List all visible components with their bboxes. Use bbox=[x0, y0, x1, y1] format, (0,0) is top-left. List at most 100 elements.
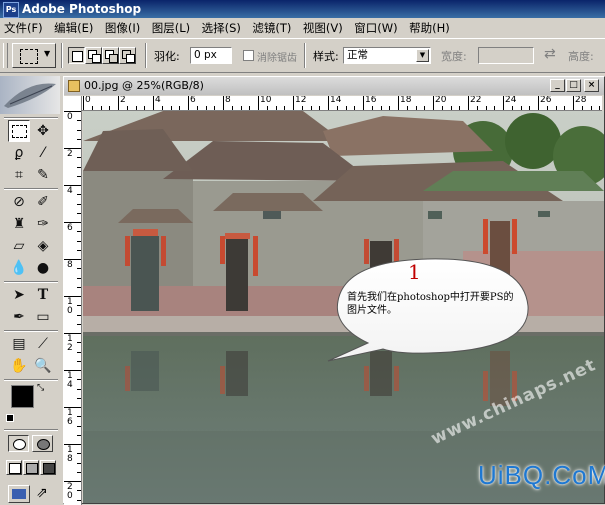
history-brush-tool[interactable]: ✑ bbox=[32, 213, 54, 235]
quick-mask-button[interactable] bbox=[32, 435, 53, 452]
antialias-checkbox[interactable] bbox=[243, 50, 254, 61]
ruler-tick bbox=[363, 96, 364, 110]
move-tool[interactable]: ✥ bbox=[32, 120, 54, 142]
eyedropper-tool[interactable]: ⟋ bbox=[32, 333, 54, 355]
type-t-icon: T bbox=[37, 287, 49, 303]
menu-file[interactable]: 文件(F) bbox=[0, 18, 47, 38]
style-select[interactable]: 正常 ▼ bbox=[343, 47, 431, 64]
close-button[interactable]: × bbox=[584, 79, 599, 92]
ruler-tick-minor bbox=[135, 106, 137, 110]
menu-image[interactable]: 图像(I) bbox=[101, 18, 144, 38]
window-icon bbox=[9, 463, 21, 474]
ruler-tick-minor bbox=[77, 323, 81, 325]
slice-tool[interactable]: ✎ bbox=[32, 164, 54, 186]
ruler-corner[interactable] bbox=[64, 96, 82, 111]
blur-tool[interactable]: 💧 bbox=[8, 257, 30, 279]
screen-mode-standard[interactable] bbox=[6, 460, 22, 475]
screen-mode-full-menu[interactable] bbox=[23, 460, 39, 475]
window-icon bbox=[26, 463, 38, 474]
zoom-tool[interactable]: 🔍 bbox=[32, 355, 54, 377]
path-selection-tool[interactable]: ➤ bbox=[8, 284, 30, 306]
notes-tool[interactable]: ▤ bbox=[8, 333, 30, 355]
eraser-tool[interactable]: ▱ bbox=[8, 235, 30, 257]
ruler-label: 10 bbox=[260, 96, 272, 105]
screen-mode-full[interactable] bbox=[40, 460, 56, 475]
maximize-button[interactable]: □ bbox=[566, 79, 581, 92]
move-icon: ✥ bbox=[37, 123, 49, 139]
intersect-selection-button[interactable] bbox=[119, 47, 136, 64]
magic-wand-icon: ⁄ bbox=[41, 145, 45, 161]
ruler-tick-minor bbox=[494, 106, 496, 110]
menu-window[interactable]: 窗口(W) bbox=[350, 18, 401, 38]
magic-wand-tool[interactable]: ⁄ bbox=[32, 142, 54, 164]
rect-marquee-tool[interactable] bbox=[8, 120, 30, 142]
ruler-tick-minor bbox=[546, 106, 548, 110]
ruler-tick-minor bbox=[77, 268, 81, 270]
ruler-tick-minor bbox=[77, 175, 81, 177]
new-selection-icon bbox=[72, 51, 83, 62]
tool-preset-picker[interactable]: ▼ bbox=[12, 43, 56, 68]
shape-tool[interactable]: ▭ bbox=[32, 306, 54, 328]
menu-layer[interactable]: 图层(L) bbox=[148, 18, 194, 38]
menu-filter[interactable]: 滤镜(T) bbox=[248, 18, 295, 38]
ruler-tick-minor bbox=[371, 106, 373, 110]
document-window: 00.jpg @ 25%(RGB/8) _ □ × 0 2 4 6 8 10 12 14 16 1… bbox=[63, 76, 605, 505]
add-to-selection-button[interactable] bbox=[85, 47, 102, 64]
ruler-tick-minor bbox=[77, 388, 81, 390]
ruler-tick-minor bbox=[599, 106, 601, 110]
separator bbox=[61, 43, 63, 68]
toolbox-header bbox=[0, 76, 60, 114]
document-title-bar[interactable]: 00.jpg @ 25%(RGB/8) _ □ × bbox=[64, 77, 604, 95]
horizontal-ruler[interactable]: 0 2 4 6 8 10 12 14 16 18 20 22 24 26 28 bbox=[82, 96, 602, 111]
brush-tool[interactable]: ✐ bbox=[32, 191, 54, 213]
subtract-selection-button[interactable] bbox=[102, 47, 119, 64]
ruler-tick-minor bbox=[520, 106, 522, 110]
menu-view[interactable]: 视图(V) bbox=[299, 18, 347, 38]
image-canvas[interactable]: 1 首先我们在photoshop中打开要PS的 图片文件。 www.chinap… bbox=[83, 111, 604, 503]
hand-tool[interactable]: ✋ bbox=[8, 355, 30, 377]
standard-mode-button[interactable] bbox=[8, 435, 29, 452]
ruler-tick-minor bbox=[77, 286, 81, 288]
menu-help[interactable]: 帮助(H) bbox=[405, 18, 454, 38]
type-tool[interactable]: T bbox=[32, 284, 54, 306]
healing-brush-tool[interactable]: ⊘ bbox=[8, 191, 30, 213]
new-selection-button[interactable] bbox=[68, 47, 85, 64]
ruler-tick-minor bbox=[77, 166, 81, 168]
ruler-label: 6 bbox=[67, 223, 73, 233]
menu-edit[interactable]: 编辑(E) bbox=[50, 18, 97, 38]
maximize-icon: □ bbox=[569, 80, 578, 90]
lasso-tool[interactable]: ϼ bbox=[8, 142, 30, 164]
ruler-tick-minor bbox=[590, 106, 592, 110]
menu-select[interactable]: 选择(S) bbox=[198, 18, 245, 38]
ruler-tick-minor bbox=[415, 106, 417, 110]
swap-colors-icon[interactable]: ⤡ bbox=[37, 383, 44, 393]
minimize-button[interactable]: _ bbox=[550, 79, 565, 92]
vertical-ruler[interactable]: 0 2 4 6 8 1 0 1 2 1 4 1 6 1 8 2 0 bbox=[64, 110, 82, 505]
pen-icon: ✒ bbox=[13, 309, 25, 325]
ruler-tick-minor bbox=[476, 106, 478, 110]
ruler-tick bbox=[188, 96, 189, 110]
options-grip[interactable] bbox=[3, 43, 8, 68]
ruler-tick-minor bbox=[77, 240, 81, 242]
ruler-tick-minor bbox=[77, 129, 81, 131]
feather-input[interactable]: 0 px bbox=[190, 47, 232, 64]
pen-tool[interactable]: ✒ bbox=[8, 306, 30, 328]
ruler-tick bbox=[83, 96, 84, 110]
crop-tool[interactable]: ⌗ bbox=[8, 164, 30, 186]
ruler-tick bbox=[573, 96, 574, 110]
clone-stamp-tool[interactable]: ♜ bbox=[8, 213, 30, 235]
foreground-color-swatch[interactable] bbox=[11, 385, 34, 408]
ruler-label: 8 bbox=[225, 96, 231, 105]
stamp-icon: ♜ bbox=[12, 216, 26, 232]
imageready-jump-button[interactable] bbox=[8, 485, 30, 503]
ruler-label: 1 8 bbox=[67, 445, 73, 464]
default-colors-icon[interactable] bbox=[6, 414, 14, 422]
ruler-tick-minor bbox=[406, 106, 408, 110]
ruler-tick-minor bbox=[310, 106, 312, 110]
document-icon bbox=[68, 80, 80, 92]
paint-bucket-tool[interactable]: ◈ bbox=[32, 235, 54, 257]
dodge-tool[interactable]: ● bbox=[32, 257, 54, 279]
ruler-tick-minor bbox=[249, 106, 251, 110]
ruler-label: 0 bbox=[67, 112, 73, 122]
ruler-label: 6 bbox=[190, 96, 196, 105]
